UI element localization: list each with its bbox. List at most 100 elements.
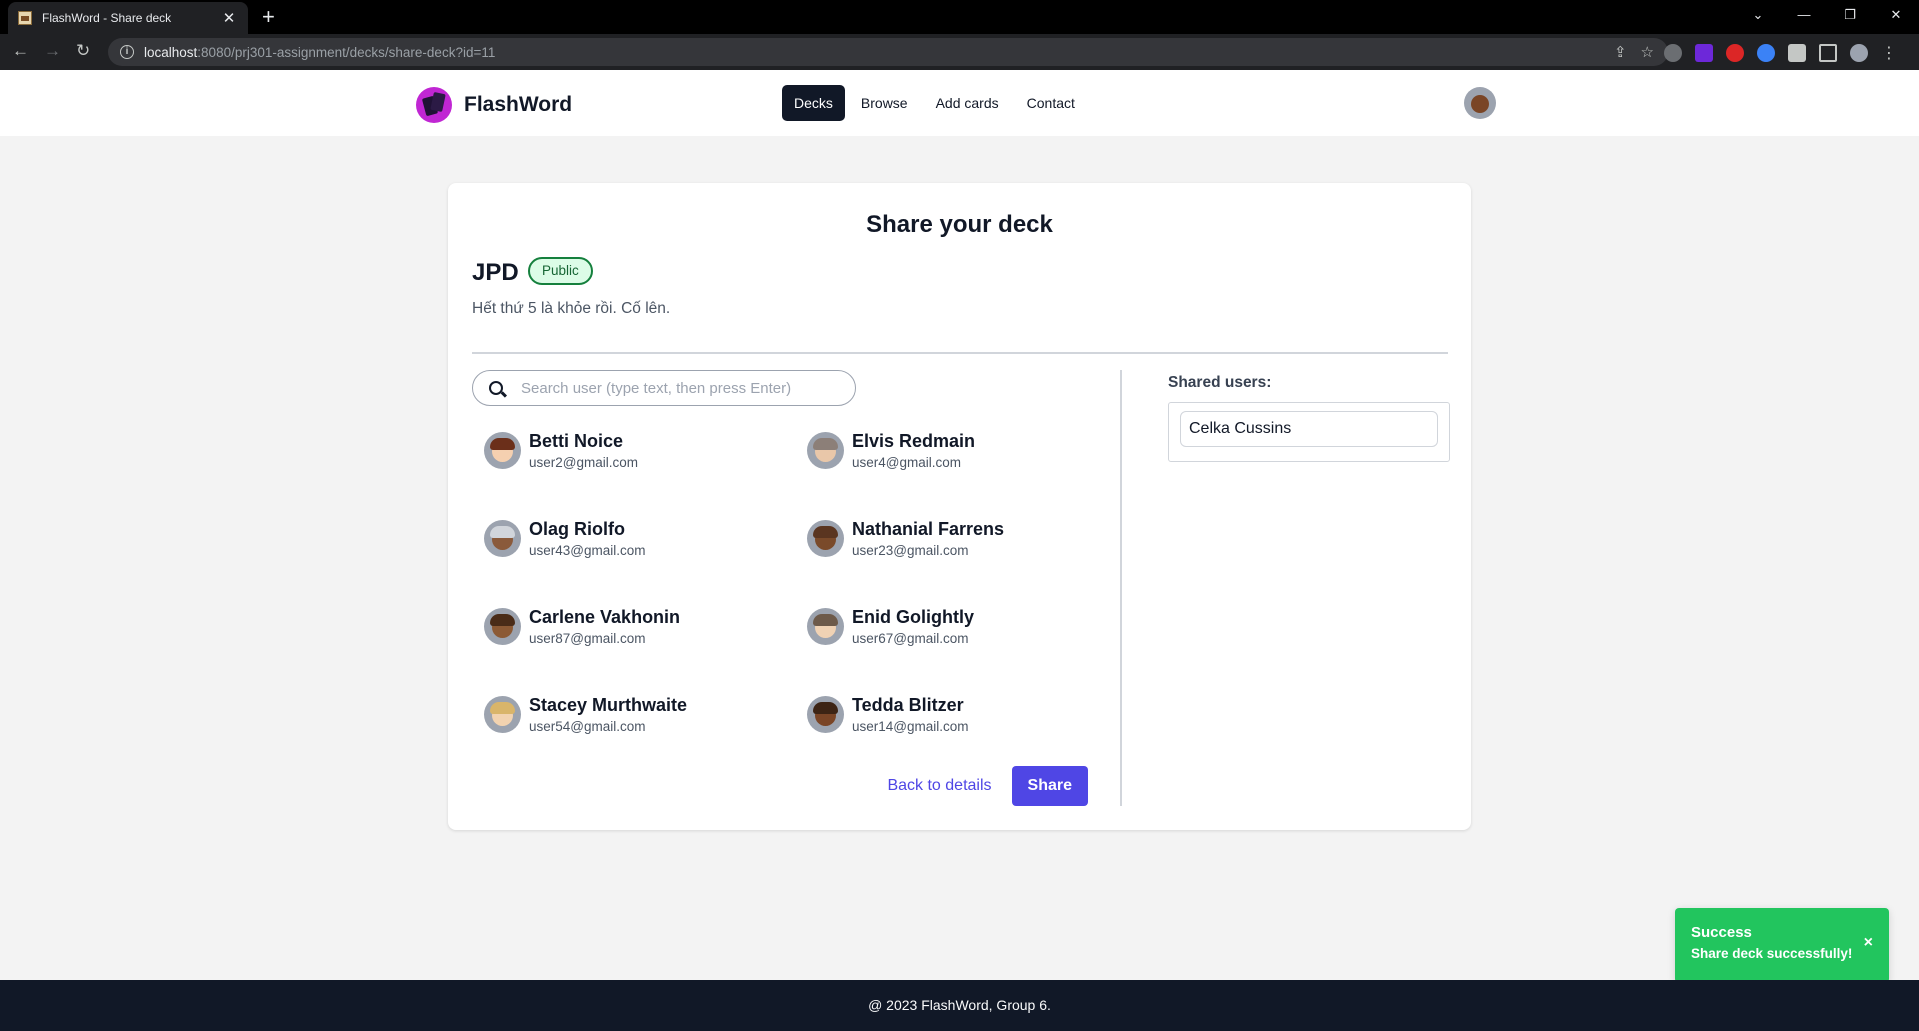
avatar-hair [813,614,838,626]
avatar-hair [490,438,515,450]
minimize-icon[interactable]: — [1781,0,1827,30]
puzzle-icon[interactable] [1788,44,1806,62]
menu-kebab-icon[interactable]: ⋮ [1881,43,1897,63]
tab-search-icon[interactable]: ⌄ [1735,0,1781,30]
user-list-item[interactable]: Elvis Redmain user4@gmail.com [795,426,1095,486]
user-name: Nathanial Farrens [852,519,1005,539]
close-icon[interactable]: × [1864,934,1873,952]
user-list-item[interactable]: Carlene Vakhonin user87@gmail.com [472,602,795,662]
user-search-pane: Betti Noice user2@gmail.com Elvis Redmain u… [472,370,1122,806]
extension-gear-icon[interactable] [1664,44,1682,62]
share-button[interactable]: Share [1011,766,1088,806]
user-avatar-icon [807,432,844,469]
site-info-icon[interactable]: i [120,45,134,59]
user-avatar[interactable] [1464,87,1496,119]
restore-icon[interactable]: ❐ [1827,0,1873,30]
tab-close-icon[interactable]: ✕ [220,9,238,27]
bookmark-star-icon[interactable]: ☆ [1641,43,1654,61]
user-name: Betti Noice [529,431,624,451]
success-toast: Success Share deck successfully! × [1675,908,1889,983]
back-to-details-link[interactable]: Back to details [887,777,991,795]
nav-contact[interactable]: Contact [1015,85,1087,121]
user-email: user14@gmail.com [852,719,969,734]
tab-title: FlashWord - Share deck [42,11,172,25]
share-page-icon[interactable]: ⇪ [1614,43,1627,61]
browser-toolbar: ← → ↻ i localhost:8080/prj301-assignment… [0,34,1919,70]
deck-name: JPD [472,259,519,286]
new-tab-icon[interactable]: + [262,6,275,28]
nav-add-cards[interactable]: Add cards [924,85,1011,121]
extension-blue-icon[interactable] [1757,44,1775,62]
site-footer: @ 2023 FlashWord, Group 6. [0,980,1919,1031]
user-list-item[interactable]: Nathanial Farrens user23@gmail.com [795,514,1095,574]
user-email: user2@gmail.com [529,455,638,470]
footer-text: @ 2023 FlashWord, Group 6. [868,997,1051,1013]
page-title: Share your deck [866,211,1053,238]
user-info: Tedda Blitzer user14@gmail.com [852,694,969,734]
main-nav: Decks Browse Add cards Contact [782,85,1087,121]
search-input[interactable] [521,379,841,397]
avatar-hair [813,438,838,450]
user-email: user43@gmail.com [529,543,646,558]
user-email: user87@gmail.com [529,631,646,646]
user-avatar-icon [484,520,521,557]
window-controls: ⌄ — ❐ ✕ [1735,0,1919,30]
brand-name: FlashWord [464,93,573,116]
shared-users-pane: Shared users: Celka Cussins [1168,370,1450,462]
nav-decks[interactable]: Decks [782,85,845,121]
search-icon [489,381,503,395]
shared-user-item[interactable]: Celka Cussins [1180,411,1438,447]
avatar-hair [813,702,838,714]
user-email: user54@gmail.com [529,719,646,734]
url-host: localhost [144,44,198,60]
user-name: Elvis Redmain [852,431,976,451]
avatar-hair [490,702,515,714]
address-bar[interactable]: i localhost:8080/prj301-assignment/decks… [108,38,1668,66]
back-arrow-icon[interactable]: ← [12,41,29,61]
divider [472,352,1448,354]
search-box[interactable] [472,370,856,406]
user-list-item[interactable]: Enid Golightly user67@gmail.com [795,602,1095,662]
favicon-icon [18,11,32,25]
user-avatar-icon [807,696,844,733]
forward-arrow-icon[interactable]: → [44,41,61,61]
user-name: Stacey Murthwaite [529,695,688,715]
site-header: FlashWord Decks Browse Add cards Contact [0,70,1919,136]
extension-red-icon[interactable] [1726,44,1744,62]
shared-users-label: Shared users: [1168,374,1272,391]
reload-icon[interactable]: ↻ [76,41,90,61]
profile-avatar-icon[interactable] [1850,44,1868,62]
toast-message: Share deck successfully! [1691,946,1853,961]
user-info: Elvis Redmain user4@gmail.com [852,430,975,470]
user-info: Stacey Murthwaite user54@gmail.com [529,694,687,734]
user-email: user67@gmail.com [852,631,969,646]
avatar-face-icon [1471,95,1489,113]
user-avatar-icon [807,520,844,557]
user-avatar-icon [484,696,521,733]
visibility-badge: Public [528,257,593,285]
nav-browse[interactable]: Browse [849,85,920,121]
user-name: Carlene Vakhonin [529,607,681,627]
user-list-item[interactable]: Olag Riolfo user43@gmail.com [472,514,795,574]
brand[interactable]: FlashWord [416,87,572,123]
user-info: Olag Riolfo user43@gmail.com [529,518,646,558]
user-list-item[interactable]: Tedda Blitzer user14@gmail.com [795,690,1095,750]
close-window-icon[interactable]: ✕ [1873,0,1919,30]
user-name: Tedda Blitzer [852,695,964,715]
user-list: Betti Noice user2@gmail.com Elvis Redmain u… [472,426,1092,750]
user-avatar-icon [484,608,521,645]
flashword-logo-icon [416,87,452,123]
shared-users-list: Celka Cussins [1168,402,1450,462]
avatar-hair [490,526,515,538]
extensions-area: ⋮ [1664,43,1897,63]
user-list-item[interactable]: Stacey Murthwaite user54@gmail.com [472,690,795,750]
extension-purple-icon[interactable] [1695,44,1713,62]
user-name: Olag Riolfo [529,519,625,539]
user-email: user4@gmail.com [852,455,961,470]
user-email: user23@gmail.com [852,543,969,558]
sidepanel-icon[interactable] [1819,44,1837,62]
user-list-item[interactable]: Betti Noice user2@gmail.com [472,426,795,486]
browser-tab[interactable]: FlashWord - Share deck ✕ [8,2,248,34]
user-info: Enid Golightly user67@gmail.com [852,606,974,646]
user-name: Enid Golightly [852,607,974,627]
